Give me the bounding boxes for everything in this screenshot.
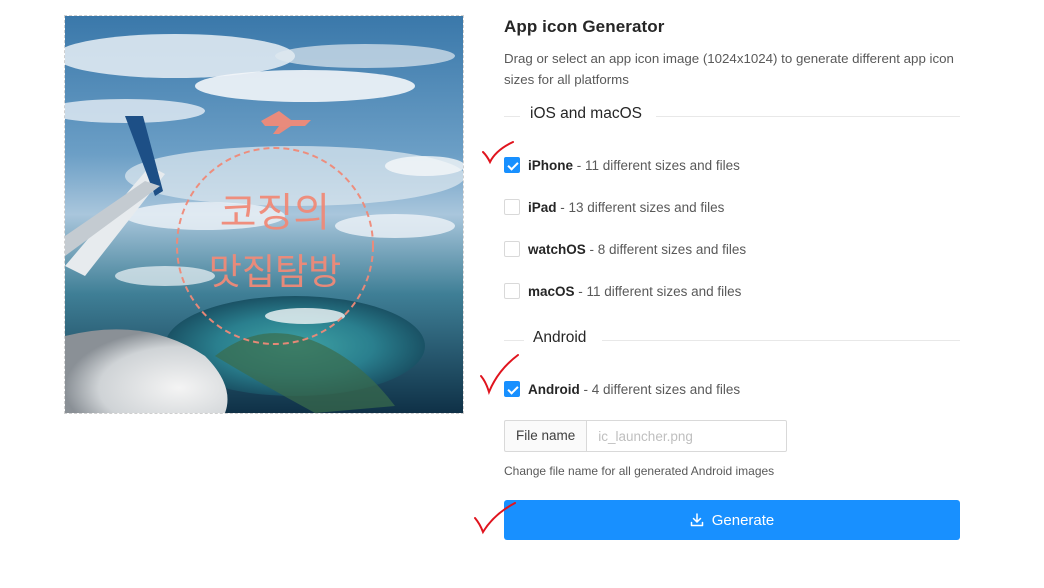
file-name-hint: Change file name for all generated Andro… [504,464,775,478]
annotation-check-icon [482,141,514,165]
logo-text-line1: 코징의 [220,190,330,236]
checkbox-iphone[interactable]: iPhone - 11 different sizes and files [504,156,740,174]
image-dropzone[interactable]: 코징의 맛집탐방 [64,15,464,414]
checkbox-ipad[interactable]: iPad - 13 different sizes and files [504,198,724,216]
file-name-addon: File name [504,420,587,452]
page-title: App icon Generator [504,17,665,36]
checkbox-watchos-box[interactable] [504,241,520,257]
annotation-check-icon [474,502,516,535]
checkbox-android[interactable]: Android - 4 different sizes and files [504,380,740,398]
section-title-ios: iOS and macOS [530,105,642,122]
file-name-input-group: File name [504,420,788,452]
page-description: Drag or select an app icon image (1024x1… [504,51,954,87]
download-icon [690,513,704,527]
file-name-input[interactable] [586,420,788,452]
uploaded-icon-preview: 코징의 맛집탐방 [65,16,463,413]
section-title-android: Android [533,329,587,346]
section-divider-android: Android [504,329,960,351]
section-divider-ios: iOS and macOS [504,105,960,127]
checkbox-ipad-box[interactable] [504,199,520,215]
generate-button-label: Generate [711,511,775,529]
checkbox-watchos[interactable]: watchOS - 8 different sizes and files [504,240,746,258]
generate-button[interactable]: Generate [504,500,960,540]
annotation-check-icon [480,354,519,395]
checkbox-macos-box[interactable] [504,283,520,299]
logo-text-line2: 맛집탐방 [209,252,341,293]
checkbox-macos[interactable]: macOS - 11 different sizes and files [504,282,741,300]
